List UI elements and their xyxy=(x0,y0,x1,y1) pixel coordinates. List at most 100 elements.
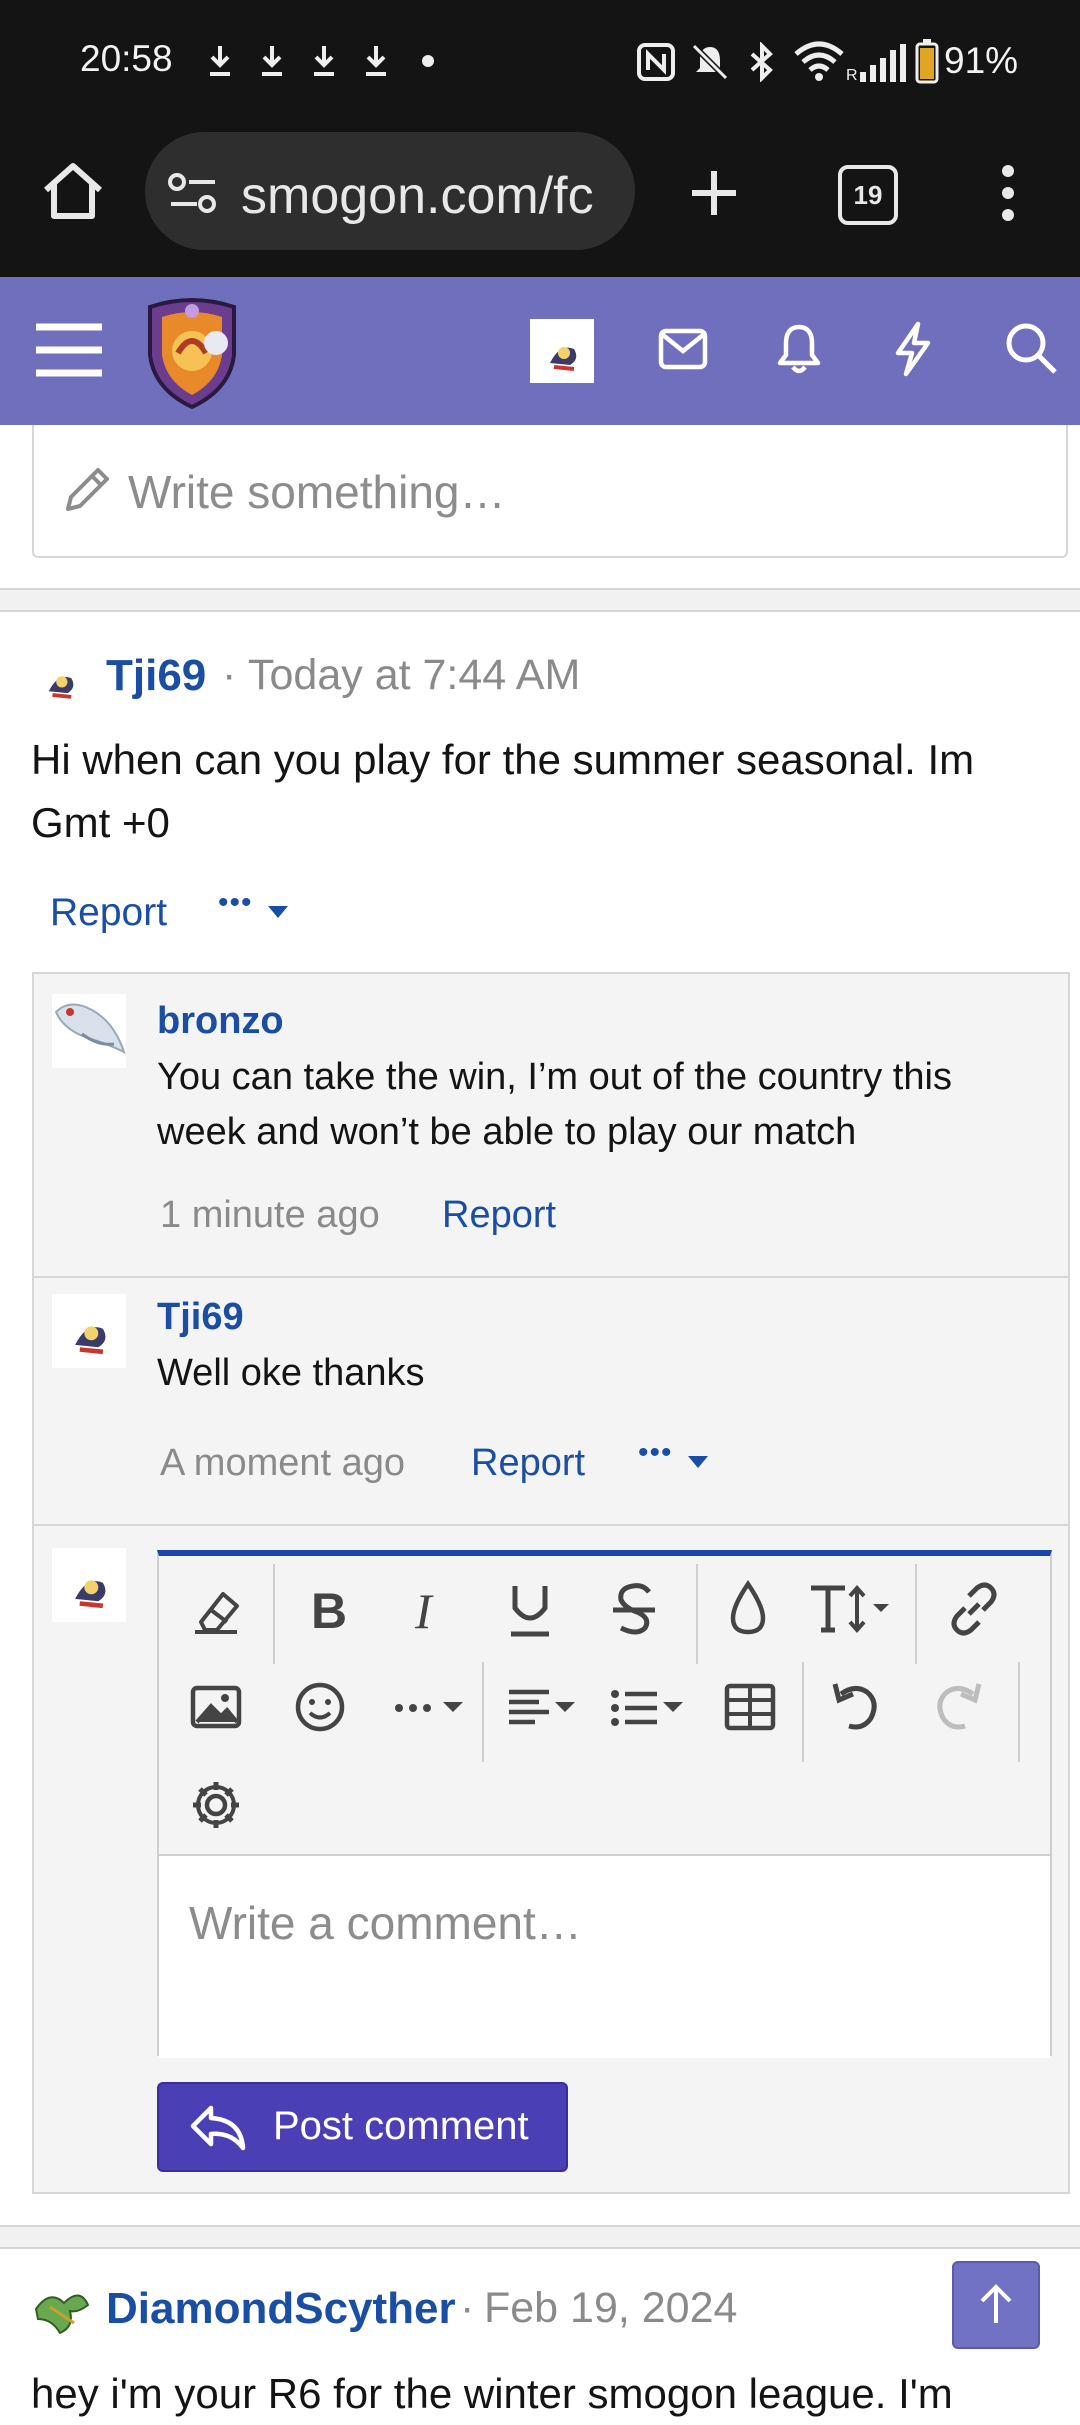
post-author-avatar[interactable] xyxy=(30,2283,92,2337)
font-size-icon[interactable] xyxy=(805,1574,901,1644)
post-timestamp[interactable]: Feb 19, 2024 xyxy=(484,2284,737,2333)
status-update-placeholder: Write something… xyxy=(128,466,506,518)
bold-icon[interactable]: B xyxy=(291,1574,361,1644)
chevron-down-icon xyxy=(688,1456,708,1468)
post-comment-button[interactable]: Post comment xyxy=(157,2082,568,2172)
toolbar-separator xyxy=(915,1564,917,1664)
site-header xyxy=(0,277,1080,425)
post-comment-label: Post comment xyxy=(273,2104,529,2148)
notifications-bell-icon[interactable] xyxy=(776,323,822,375)
download-icon xyxy=(210,46,230,76)
post-body-line: hey i'm your R6 for the winter smogon le… xyxy=(31,2370,953,2417)
toolbar-separator xyxy=(273,1564,275,1664)
svg-text:B: B xyxy=(311,1583,347,1639)
comment-text-line: You can take the win, I’m out of the cou… xyxy=(157,1056,952,1098)
more-insert-options-icon[interactable] xyxy=(389,1672,473,1742)
post-author-avatar[interactable] xyxy=(30,650,90,710)
toolbar-separator xyxy=(1018,1662,1020,1762)
post-author-name[interactable]: DiamondScyther xyxy=(106,2284,456,2334)
align-icon[interactable] xyxy=(499,1672,583,1742)
link-icon[interactable] xyxy=(939,1574,1009,1644)
post-report-link[interactable]: Report xyxy=(50,891,167,935)
comment-timestamp[interactable]: A moment ago xyxy=(160,1442,405,1485)
comment-more-options-button[interactable]: ••• xyxy=(636,1436,716,1488)
browser-toolbar: smogon.com/fc 19 xyxy=(0,125,1080,277)
clear-formatting-icon[interactable] xyxy=(181,1574,251,1644)
list-icon[interactable] xyxy=(603,1672,693,1742)
nfc-icon xyxy=(637,43,675,81)
undo-icon[interactable] xyxy=(821,1672,891,1742)
smogon-logo[interactable] xyxy=(140,293,244,409)
download-icon xyxy=(262,46,282,76)
status-bar: 20:58 R 91% xyxy=(0,0,1080,125)
redo-icon[interactable] xyxy=(923,1672,993,1742)
search-icon[interactable] xyxy=(1004,321,1058,375)
comment-author-avatar[interactable] xyxy=(52,1294,126,1368)
svg-text:I: I xyxy=(414,1583,434,1639)
comment-editor: B I Write a comment… xyxy=(157,1550,1052,2058)
post-author-name[interactable]: Tji69 xyxy=(106,651,206,701)
reply-icon xyxy=(190,2105,246,2151)
meta-separator: · xyxy=(460,2284,475,2332)
comment-timestamp[interactable]: 1 minute ago xyxy=(160,1194,380,1237)
address-bar[interactable]: smogon.com/fc xyxy=(145,132,635,250)
post-timestamp[interactable]: Today at 7:44 AM xyxy=(248,651,580,700)
clock: 20:58 xyxy=(80,38,173,79)
new-tab-icon[interactable] xyxy=(688,167,740,219)
insert-table-icon[interactable] xyxy=(715,1672,785,1742)
post-body-line: Gmt +0 xyxy=(31,799,170,846)
italic-icon[interactable]: I xyxy=(393,1574,463,1644)
meta-separator: · xyxy=(222,651,237,699)
status-update-input[interactable]: Write something… xyxy=(32,425,1068,558)
section-divider xyxy=(0,2225,1080,2249)
battery-icon xyxy=(915,39,939,84)
tab-switcher-button[interactable]: 19 xyxy=(838,165,898,225)
svg-text:R: R xyxy=(846,67,858,82)
more-dots-icon: ••• xyxy=(638,1436,673,1469)
toolbar-separator xyxy=(696,1564,698,1664)
comment-author-name[interactable]: Tji69 xyxy=(157,1296,244,1339)
arrow-up-icon xyxy=(980,2284,1012,2323)
underline-icon[interactable] xyxy=(495,1574,565,1644)
comment-item: Tji69 Well oke thanks A moment ago Repor… xyxy=(34,1278,1068,1524)
download-icon xyxy=(366,46,386,76)
insert-image-icon[interactable] xyxy=(181,1672,251,1742)
comments-section: bronzo You can take the win, I’m out of … xyxy=(32,972,1070,2194)
chevron-down-icon xyxy=(268,906,288,918)
battery-percent: 91% xyxy=(944,40,1019,81)
inbox-icon[interactable] xyxy=(658,327,708,371)
more-dots-icon: ••• xyxy=(218,886,253,919)
hamburger-menu-icon[interactable] xyxy=(34,321,104,379)
post-body-line: Hi when can you play for the summer seas… xyxy=(31,736,975,783)
comment-author-name[interactable]: bronzo xyxy=(157,1000,284,1043)
toolbar-separator xyxy=(802,1662,804,1762)
download-icon xyxy=(314,46,334,76)
text-color-icon[interactable] xyxy=(713,1574,783,1644)
url-text: smogon.com/fc xyxy=(241,167,594,225)
current-user-avatar xyxy=(52,1548,126,1622)
strikethrough-icon[interactable] xyxy=(599,1574,669,1644)
signal-icon: R xyxy=(846,44,906,82)
settings-gear-icon[interactable] xyxy=(181,1770,251,1840)
site-settings-icon[interactable] xyxy=(167,172,219,214)
home-icon[interactable] xyxy=(40,160,106,222)
section-divider xyxy=(0,588,1080,612)
comment-item: bronzo You can take the win, I’m out of … xyxy=(34,974,1068,1276)
comment-report-link[interactable]: Report xyxy=(471,1442,585,1485)
notification-dot-icon xyxy=(422,55,434,67)
wifi-icon xyxy=(794,41,844,81)
comment-divider xyxy=(34,1524,1068,1526)
smilies-icon[interactable] xyxy=(285,1672,355,1742)
comment-text-line: week and won’t be able to play our match xyxy=(157,1111,857,1153)
comment-report-link[interactable]: Report xyxy=(442,1194,556,1237)
post-more-options-button[interactable]: ••• xyxy=(216,886,296,938)
whats-new-bolt-icon[interactable] xyxy=(892,321,932,377)
comment-text-line: Well oke thanks xyxy=(157,1352,425,1394)
more-options-icon[interactable] xyxy=(996,163,1020,223)
comment-author-avatar[interactable] xyxy=(52,994,126,1068)
comment-input[interactable]: Write a comment… xyxy=(159,1854,1050,2058)
user-avatar[interactable] xyxy=(530,319,594,383)
scroll-to-top-button[interactable] xyxy=(952,2261,1040,2349)
mute-icon xyxy=(691,43,729,81)
comment-input-placeholder: Write a comment… xyxy=(189,1897,582,1949)
